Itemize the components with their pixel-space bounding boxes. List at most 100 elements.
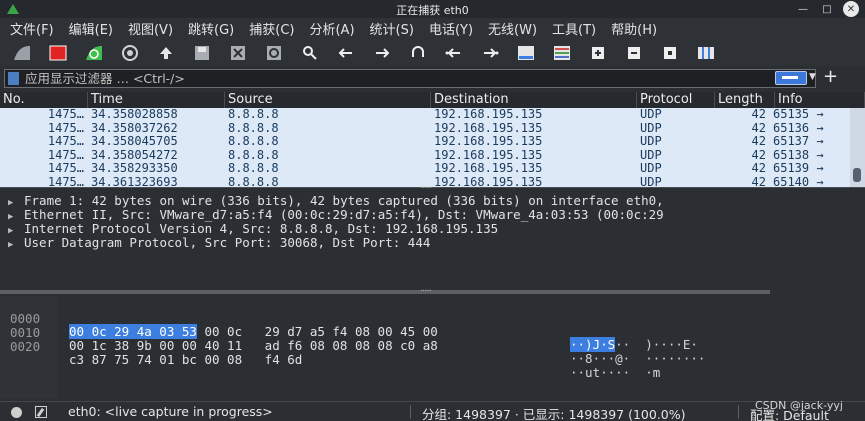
menu-tools[interactable]: 工具(T)	[552, 19, 596, 38]
menu-edit[interactable]: 编辑(E)	[69, 19, 113, 38]
reload-file-icon[interactable]	[262, 42, 286, 64]
menu-go[interactable]: 跳转(G)	[188, 19, 234, 38]
bookmark-icon[interactable]	[8, 72, 19, 85]
ascii-selected: ··)J·S	[570, 337, 616, 352]
column-source[interactable]: Source	[225, 92, 431, 108]
auto-scroll-icon[interactable]	[514, 42, 538, 64]
column-time[interactable]: Time	[88, 92, 225, 108]
expand-arrow-icon[interactable]: ▶	[8, 238, 24, 250]
display-filter-box: ▼	[4, 69, 816, 88]
column-info[interactable]: Info	[775, 92, 865, 108]
chevron-down-icon[interactable]: ▼	[809, 72, 816, 82]
cell-destination: 192.168.195.135	[434, 108, 543, 121]
hex-ascii: ··8···@· ········	[570, 352, 705, 365]
column-protocol[interactable]: Protocol	[637, 92, 715, 108]
expand-arrow-icon[interactable]: ▶	[8, 196, 24, 208]
main-toolbar	[0, 39, 865, 66]
menu-bar: 文件(F) 编辑(E) 视图(V) 跳转(G) 捕获(C) 分析(A) 统计(S…	[0, 18, 865, 39]
expand-arrow-icon[interactable]: ▶	[8, 210, 24, 222]
go-back-icon[interactable]	[334, 42, 358, 64]
close-icon[interactable]: ✕	[843, 1, 859, 17]
hex-bytes-rest: c3 87 75 74 01 bc 00 08 f4 6d	[69, 352, 303, 367]
detail-row-ethernet[interactable]: ▶ Ethernet II, Src: VMware_d7:a5:f4 (00:0…	[0, 208, 865, 222]
colorize-icon[interactable]	[550, 42, 574, 64]
apply-filter-arrow-icon[interactable]	[775, 71, 807, 85]
zoom-out-icon[interactable]	[622, 42, 646, 64]
detail-row-frame[interactable]: ▶ Frame 1: 42 bytes on wire (336 bits), 4…	[0, 194, 865, 208]
cell-no: 1475…	[47, 108, 84, 121]
cell-time: 34.358293350	[91, 162, 178, 175]
menu-help[interactable]: 帮助(H)	[611, 19, 657, 38]
first-packet-icon[interactable]	[442, 42, 466, 64]
hex-row[interactable]: 0000 00 0c 29 4a 03 53 00 0c 29 d7 a5 f4…	[0, 299, 698, 352]
table-row[interactable]: 1475… 34.358028858 8.8.8.8 192.168.195.135 U…	[0, 108, 850, 122]
table-row[interactable]: 1475… 34.358045705 8.8.8.8 192.168.195.135 U…	[0, 135, 850, 149]
column-no[interactable]: No.	[0, 92, 88, 108]
cell-no: 1475…	[47, 121, 84, 135]
normal-size-icon[interactable]	[658, 42, 682, 64]
go-to-packet-icon[interactable]	[406, 42, 430, 64]
minimize-icon[interactable]: —	[795, 1, 811, 17]
menu-file[interactable]: 文件(F)	[10, 19, 54, 38]
open-file-icon[interactable]	[154, 42, 178, 64]
resize-columns-icon[interactable]	[694, 42, 718, 64]
close-file-icon[interactable]	[226, 42, 250, 64]
cell-length: 42	[751, 148, 766, 162]
table-row[interactable]: 1475… 34.358293350 8.8.8.8 192.168.195.135 U…	[0, 162, 850, 176]
expand-arrow-icon[interactable]: ▶	[8, 224, 24, 236]
cell-info: 65135 →	[773, 108, 824, 121]
detail-row-udp[interactable]: ▶ User Datagram Protocol, Src Port: 30068…	[0, 236, 865, 250]
shark-fin-start-icon[interactable]	[10, 42, 34, 64]
restart-capture-icon[interactable]	[82, 42, 106, 64]
status-interface: eth0: <live capture in progress>	[68, 404, 273, 419]
hex-bytes: c3 87 75 74 01 bc 00 08 f4 6d	[69, 353, 302, 366]
expert-info-icon[interactable]	[11, 407, 22, 418]
packet-details: ▶ Frame 1: 42 bytes on wire (336 bits), 4…	[0, 194, 865, 294]
maximize-icon[interactable]: □	[819, 1, 835, 17]
detail-row-ipv4[interactable]: ▶ Internet Protocol Version 4, Src: 8.8.8…	[0, 222, 865, 236]
capture-comment-icon[interactable]	[35, 406, 47, 418]
menu-analyze[interactable]: 分析(A)	[309, 19, 354, 38]
cell-destination: 192.168.195.135	[434, 121, 543, 135]
hex-row[interactable]: 0010 00 1c 38 9b 00 00 40 11 ad f6 08 08…	[0, 313, 705, 365]
menu-view[interactable]: 视图(V)	[128, 19, 173, 38]
pane-splitter[interactable]	[0, 180, 865, 193]
packet-list-header: No. Time Source Destination Protocol Len…	[0, 92, 865, 108]
column-destination[interactable]: Destination	[431, 92, 637, 108]
cell-no: 1475…	[47, 162, 84, 175]
cell-destination: 192.168.195.135	[434, 175, 543, 188]
packet-list-scrollbar[interactable]	[850, 108, 865, 187]
find-packet-icon[interactable]	[298, 42, 322, 64]
cell-no: 1475…	[47, 148, 84, 162]
ascii-rest: ··ut···· ·m	[570, 365, 661, 380]
zoom-in-icon[interactable]	[586, 42, 610, 64]
stop-capture-icon[interactable]	[46, 42, 70, 64]
table-row[interactable]: 1475… 34.358037262 8.8.8.8 192.168.195.135 U…	[0, 122, 850, 136]
cell-length: 42	[751, 175, 766, 188]
hex-row[interactable]: 0020 c3 87 75 74 01 bc 00 08 f4 6d ··ut·…	[0, 327, 660, 379]
hex-ascii: ··)J·S·· )····E·	[570, 337, 698, 352]
cell-time: 34.358028858	[91, 108, 178, 121]
status-packet-count: 分组: 1498397 · 已显示: 1498397 (100.0%)	[422, 407, 686, 421]
menu-statistics[interactable]: 统计(S)	[370, 19, 414, 38]
last-packet-icon[interactable]	[478, 42, 502, 64]
go-forward-icon[interactable]	[370, 42, 394, 64]
column-length[interactable]: Length	[715, 92, 775, 108]
cell-source: 8.8.8.8	[228, 148, 279, 162]
cell-length: 42	[751, 135, 766, 148]
menu-telephony[interactable]: 电话(Y)	[429, 19, 473, 38]
menu-wireless[interactable]: 无线(W)	[488, 19, 537, 38]
packet-rows: 1475… 34.358028858 8.8.8.8 192.168.195.135 U…	[0, 108, 850, 187]
scrollbar-thumb[interactable]	[853, 168, 861, 182]
capture-options-icon[interactable]	[118, 42, 142, 64]
table-row[interactable]: 1475… 34.358054272 8.8.8.8 192.168.195.135 U…	[0, 149, 850, 163]
add-filter-button[interactable]: +	[823, 66, 838, 87]
ascii-rest: ··8···@· ········	[570, 351, 706, 366]
hex-bytes-selected: 00 0c 29 4a 03 53	[69, 324, 197, 339]
save-file-icon[interactable]	[190, 42, 214, 64]
cell-protocol: UDP	[640, 121, 662, 135]
menu-capture[interactable]: 捕获(C)	[249, 19, 294, 38]
status-divider	[410, 405, 411, 419]
display-filter-input[interactable]	[25, 70, 765, 87]
hex-ascii: ··ut···· ·m	[570, 366, 660, 379]
